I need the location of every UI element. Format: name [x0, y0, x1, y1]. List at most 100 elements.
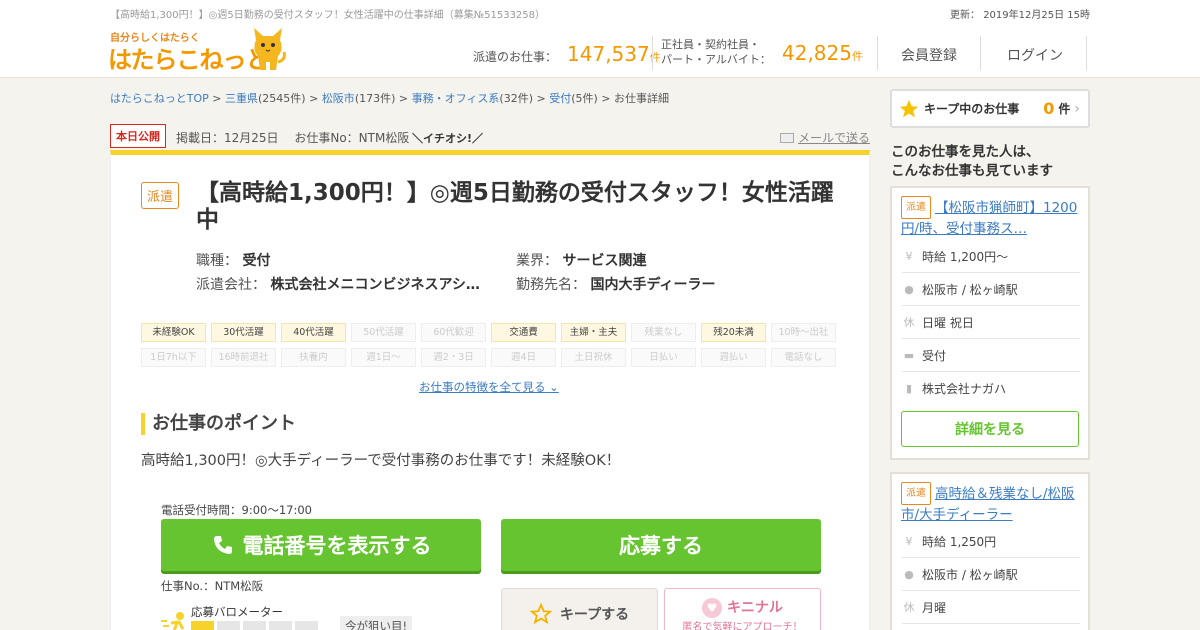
shokushu-label: 職種：: [196, 253, 238, 269]
related-holiday-text: 月曜: [922, 600, 947, 615]
location-pin-icon: ●: [904, 282, 914, 296]
keep-list-box[interactable]: キープ中のお仕事 0件 ›: [890, 89, 1090, 128]
related-station-text: 松阪市 / 松ヶ崎駅: [922, 567, 1018, 582]
breadcrumb-prefecture[interactable]: 三重県: [225, 92, 258, 105]
yen-icon: ¥: [905, 249, 913, 263]
also-viewed-line-2: こんなお仕事も見ています: [891, 163, 1053, 179]
feature-tags: 未経験OK 30代活躍 40代活躍 50代活躍 60代歓迎 交通費 主婦・主夫 残業なし 残20…: [141, 323, 841, 367]
more-features-link[interactable]: お仕事の特徴を全て見る ⌄: [419, 379, 559, 395]
also-viewed-line-1: このお仕事を見た人は、: [891, 144, 1040, 160]
divider: [652, 36, 653, 70]
point-heading: お仕事のポイント: [141, 413, 296, 435]
briefcase-icon: ▬: [903, 348, 915, 362]
login-button[interactable]: ログイン: [1007, 45, 1063, 65]
related-wage-text: 時給 1,200円～: [922, 249, 1009, 264]
stat-other-unit: 件: [851, 50, 863, 63]
breadcrumb-category[interactable]: 事務・オフィス系: [412, 92, 500, 105]
feature-tag: 扶養内: [281, 348, 346, 367]
related-holiday: 休月曜: [902, 591, 1080, 624]
show-phone-label: 電話番号を表示する: [242, 534, 432, 558]
feature-tag: 土日祝休: [561, 348, 626, 367]
ichioshi-label: ＼イチオシ!／: [412, 132, 484, 145]
breadcrumb-job[interactable]: 受付: [549, 92, 571, 105]
stat-other-label-1: 正社員・契約社員・: [661, 38, 760, 51]
workplace-value: 国内大手ディーラー: [590, 277, 716, 293]
chevron-right-icon: ›: [1074, 101, 1080, 117]
feature-tag: 週2・3日: [421, 348, 486, 367]
show-phone-button[interactable]: 電話番号を表示する: [161, 519, 481, 571]
cat-mascot-icon[interactable]: [248, 26, 288, 72]
site-logo[interactable]: はたらこねっと: [108, 40, 270, 75]
keep-list-label: キープ中のお仕事: [924, 102, 1020, 116]
barometer-cell: [243, 621, 266, 630]
building-icon: ▮: [905, 382, 913, 395]
phone-icon: [213, 536, 232, 554]
point-text: 高時給1,300円！◎大手ディーラーで受付事務のお仕事です！未経験OK！: [141, 453, 621, 469]
shokushu: 職種： 受付: [196, 250, 270, 270]
feature-tag: 40代活躍: [281, 323, 346, 342]
related-job-card[interactable]: 派遣 【松阪市猟師町】1200円/時、受付事務ス… ¥ 時給 1,200円～ ● 松阪…: [890, 186, 1090, 460]
apply-button[interactable]: 応募する: [501, 519, 821, 571]
today-badge: 本日公開: [110, 124, 166, 148]
related-job-text: 受付: [922, 348, 947, 363]
mail-icon: [779, 132, 794, 143]
keep-button[interactable]: キープする: [501, 588, 658, 630]
detail-button[interactable]: 詳細を見る: [901, 411, 1079, 447]
stat-other-value: 42,825: [782, 41, 852, 65]
feature-tag: 週4日: [491, 348, 556, 367]
stat-haken-label: 派遣のお仕事：: [473, 50, 558, 64]
gyokai: 業界： サービス関連: [516, 250, 646, 270]
barometer-meter: [191, 621, 318, 630]
related-company: ▮ 株式会社ナガハ: [902, 372, 1080, 405]
breadcrumb-count: (5件): [571, 92, 598, 105]
related-job-title[interactable]: 派遣 高時給＆残業なし/松阪市/大手ディーラー: [901, 482, 1081, 526]
keep-button-label: キープする: [559, 607, 630, 623]
stat-haken[interactable]: 派遣のお仕事： 147,537件: [473, 42, 661, 66]
updated-timestamp: 更新： 2019年12月25日 15時: [950, 10, 1090, 21]
related-job-card[interactable]: 派遣 高時給＆残業なし/松阪市/大手ディーラー ¥ 時給 1,250円 ● 松阪市 /…: [890, 472, 1090, 630]
site-header: 【高時給1,300円！】◎週5日勤務の受付スタッフ！女性活躍中の仕事詳細（募集№…: [0, 0, 1200, 78]
related-station: ● 松阪市 / 松ヶ崎駅: [902, 558, 1080, 591]
workplace: 勤務先名： 国内大手ディーラー: [516, 274, 715, 294]
send-mail-label: メールで送る: [797, 131, 870, 145]
job-type-badge: 派遣: [141, 182, 180, 209]
stat-other-label[interactable]: 正社員・契約社員・ パート・アルバイト：: [661, 37, 771, 67]
company-label: 派遣会社：: [196, 277, 266, 293]
kininaru-sub: 匿名で気軽にアプローチ！: [682, 622, 803, 630]
feature-tag: 60代歓迎: [421, 323, 486, 342]
related-wage: ¥ 時給 1,250円: [902, 525, 1080, 558]
job-detail-card: 派遣 【高時給1,300円！】◎週5日勤務の受付スタッフ！女性活躍中 職種： 受…: [110, 150, 870, 630]
feature-tag: 16時前退社: [211, 348, 276, 367]
breadcrumb-current: お仕事詳細: [614, 92, 670, 105]
kininaru-button[interactable]: ♥ キニナル 匿名で気軽にアプローチ！: [664, 588, 821, 630]
breadcrumb-top[interactable]: はたらこねっとTOP: [110, 92, 209, 105]
related-holiday-text: 日曜 祝日: [922, 315, 974, 330]
gyokai-label: 業界：: [516, 253, 558, 269]
company: 派遣会社： 株式会社メニコンビジネスアシ…: [196, 274, 480, 294]
register-button[interactable]: 会員登録: [901, 45, 957, 65]
breadcrumb-city[interactable]: 松阪市: [322, 92, 355, 105]
tel-hours: 電話受付時間：9:00～17:00: [161, 503, 312, 517]
breadcrumb-count: (2545件): [258, 92, 306, 105]
feature-tag: 未経験OK: [141, 323, 206, 342]
shokushu-value: 受付: [242, 253, 271, 269]
send-mail-link[interactable]: メールで送る: [779, 129, 870, 146]
barometer-cell: [217, 621, 240, 630]
feature-tag: 50代活躍: [351, 323, 416, 342]
feature-tag: 週払い: [701, 348, 766, 367]
related-job-title[interactable]: 派遣 【松阪市猟師町】1200円/時、受付事務ス…: [901, 196, 1081, 240]
related-job: ▬ 受付: [902, 339, 1080, 372]
also-viewed-heading: このお仕事を見た人は、 こんなお仕事も見ています: [891, 143, 1053, 181]
job-meta: 本日公開 掲載日：12月25日 お仕事No：NTM松阪 ＼イチオシ!／ メールで…: [110, 124, 870, 148]
stat-other[interactable]: 42,825 件: [782, 41, 863, 65]
barometer-label: 応募バロメーター: [191, 605, 283, 619]
job-number: 仕事No.：NTM松阪: [161, 579, 264, 593]
keep-count: 0: [1043, 99, 1055, 118]
kininaru-label: キニナル: [726, 600, 783, 616]
related-wage: ¥ 時給 1,200円～: [902, 240, 1080, 273]
barometer-now: 今が狙い目!: [340, 616, 413, 630]
related-station: ● 松阪市 / 松ヶ崎駅: [902, 273, 1080, 306]
feature-tag: 主婦・主夫: [561, 323, 626, 342]
location-pin-icon: ●: [904, 567, 914, 581]
related-company-text: 株式会社ナガハ: [922, 382, 1007, 396]
